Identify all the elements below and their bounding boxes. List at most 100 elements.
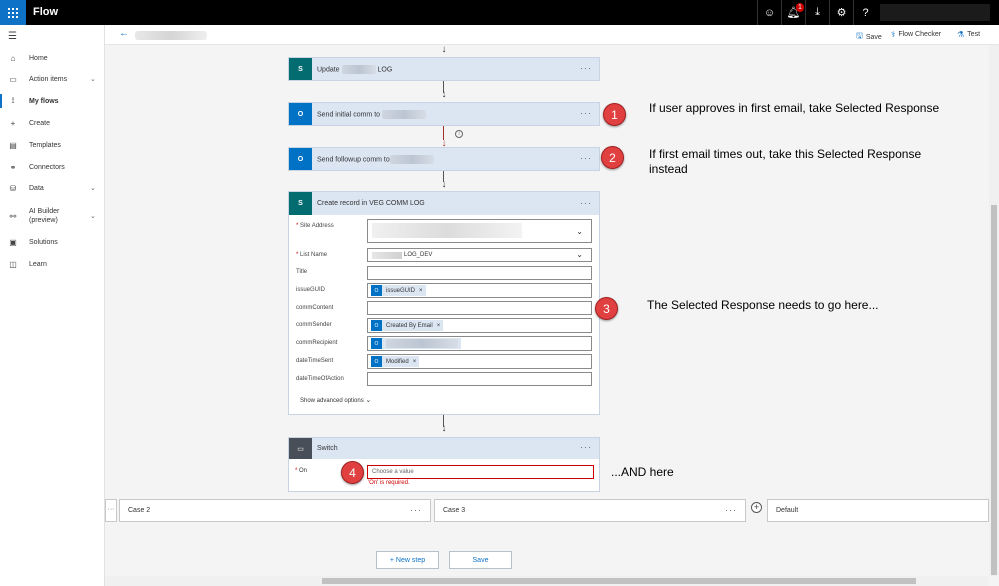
case-more-button[interactable]: ···	[725, 505, 737, 515]
redacted-text	[386, 339, 458, 348]
step-more-button[interactable]: ···	[580, 198, 592, 208]
app-title[interactable]: Flow	[33, 6, 58, 18]
field-label-list-name: * List Name	[296, 252, 328, 258]
smiley-icon[interactable]: ☺	[757, 0, 781, 25]
nav-item-create[interactable]: + Create	[0, 113, 104, 133]
switch-on-input[interactable]: Choose a value	[367, 465, 594, 479]
title-input[interactable]	[367, 266, 592, 280]
hamburger-icon[interactable]: ☰	[8, 31, 17, 42]
horizontal-scroll-thumb[interactable]	[322, 578, 916, 584]
test-command[interactable]: ⚗ Test	[957, 30, 980, 39]
field-label-issueguid: issueGUID	[296, 287, 326, 293]
test-command-label: Test	[967, 31, 981, 38]
nav-item-connectors[interactable]: ⚭ Connectors	[0, 157, 104, 177]
nav-label: My flows	[29, 97, 59, 105]
plus-icon: +	[753, 502, 760, 512]
vertical-scroll-thumb[interactable]	[991, 205, 997, 575]
close-icon[interactable]: ×	[419, 288, 423, 294]
show-advanced-options-link[interactable]: Show advanced options ⌄	[300, 396, 371, 404]
case-label: Default	[776, 507, 799, 514]
nav-label: Learn	[29, 260, 47, 268]
nav-item-my-flows[interactable]: ⟟ My flows	[0, 91, 104, 111]
waffle-icon	[8, 7, 18, 18]
case-3[interactable]: Case 3 ···	[434, 499, 746, 522]
nav-label: Connectors	[29, 163, 65, 171]
solutions-icon: ▣	[9, 237, 17, 247]
back-arrow-icon[interactable]: ←	[119, 28, 129, 39]
book-icon: ◫	[9, 259, 17, 269]
close-icon[interactable]: ×	[437, 323, 441, 329]
commsender-input[interactable]: O Created By Email ×	[367, 318, 592, 333]
nav-item-data[interactable]: ⛁ Data ⌄	[0, 178, 104, 198]
save-button[interactable]: Save	[449, 551, 512, 569]
step-title: Create record in VEG COMM LOG	[317, 200, 425, 207]
nav-label: Templates	[29, 141, 61, 149]
help-icon[interactable]: ?	[853, 0, 877, 25]
step-send-initial-comm[interactable]: O Send initial comm to ···	[288, 102, 600, 126]
case-default[interactable]: Default	[767, 499, 989, 522]
down-arrow-icon: ↓	[441, 89, 447, 100]
nav-item-templates[interactable]: ▤ Templates	[0, 135, 104, 155]
notifications-button[interactable]: 🔔︎ 1	[781, 0, 805, 25]
token-label: Modified	[386, 358, 409, 365]
sharepoint-icon: S	[289, 58, 312, 80]
validation-error: 'On' is required.	[368, 480, 410, 486]
commcontent-input[interactable]	[367, 301, 592, 315]
step-header[interactable]: S Create record in VEG COMM LOG ···	[289, 192, 599, 215]
step-update-log[interactable]: S Update LOG ···	[288, 57, 600, 81]
list-name-dropdown[interactable]: LOG_DEV ⌄	[367, 248, 592, 262]
issueguid-input[interactable]: OissueGUID ×	[367, 283, 592, 298]
step-title-prefix: Update	[317, 66, 340, 74]
step-header[interactable]: ▭ Switch ···	[289, 438, 599, 459]
step-more-button[interactable]: ···	[580, 108, 592, 118]
nav-item-ai-builder[interactable]: ⚯ AI Builder (preview) ⌄	[0, 205, 104, 227]
datetimeofaction-input[interactable]	[367, 372, 592, 386]
field-label-commsender: commSender	[296, 322, 332, 328]
template-icon: ▤	[9, 140, 17, 150]
nav-label: Data	[29, 184, 44, 192]
app-launcher-button[interactable]	[0, 0, 26, 25]
dynamic-token[interactable]: O	[371, 338, 461, 349]
field-label-commrecipient: commRecipient	[296, 340, 338, 346]
gear-icon[interactable]: ⚙	[829, 0, 853, 25]
notification-badge: 1	[796, 3, 804, 12]
dynamic-token[interactable]: O Created By Email ×	[371, 320, 444, 331]
add-case-button[interactable]: +	[751, 502, 762, 513]
chevron-down-icon: ⌄	[90, 213, 96, 220]
info-icon[interactable]: i	[455, 130, 463, 138]
nav-item-action-items[interactable]: ▭ Action items ⌄	[0, 69, 104, 89]
site-address-dropdown[interactable]: ⌄	[367, 219, 592, 243]
nav-item-solutions[interactable]: ▣ Solutions	[0, 232, 104, 252]
step-more-button[interactable]: ···	[580, 153, 592, 163]
outlook-icon: O	[289, 103, 312, 125]
flow-checker-command[interactable]: ⚕ Flow Checker	[891, 30, 941, 39]
commrecipient-input[interactable]: O	[367, 336, 592, 351]
chevron-down-icon: ⌄	[90, 185, 96, 192]
field-label-on: * On	[295, 468, 308, 474]
step-more-button[interactable]: ···	[580, 63, 592, 73]
dynamic-token[interactable]: O Modified ×	[371, 356, 420, 367]
chevron-down-icon: ⌄	[365, 397, 372, 404]
token-label: Created By Email	[386, 322, 433, 329]
account-area[interactable]	[880, 4, 990, 21]
nav-item-home[interactable]: ⌂ Home	[0, 48, 104, 68]
case-1-collapsed[interactable]: ···	[105, 499, 117, 522]
nav-label: Create	[29, 119, 51, 127]
nav-item-learn[interactable]: ◫ Learn	[0, 254, 104, 274]
annotation-marker-2: 2	[601, 146, 624, 169]
nav-label: Solutions	[29, 238, 58, 246]
step-more-button[interactable]: ···	[580, 442, 592, 452]
annotation-marker-3: 3	[595, 297, 618, 320]
new-step-button[interactable]: + New step	[376, 551, 439, 569]
step-send-followup-comm[interactable]: O Send followup comm to ···	[288, 147, 600, 171]
ai-builder-icon: ⚯	[9, 211, 17, 221]
sharepoint-icon: S	[289, 192, 312, 215]
datetimesent-input[interactable]: O Modified ×	[367, 354, 592, 369]
download-icon[interactable]: ⤓	[805, 0, 829, 25]
close-icon[interactable]: ×	[413, 359, 417, 365]
save-icon: 🖫︎	[856, 31, 863, 40]
case-more-button[interactable]: ···	[410, 505, 422, 515]
dynamic-token[interactable]: OissueGUID ×	[371, 285, 426, 296]
case-2[interactable]: Case 2 ···	[119, 499, 431, 522]
save-command[interactable]: 🖫︎ Save	[856, 30, 882, 44]
